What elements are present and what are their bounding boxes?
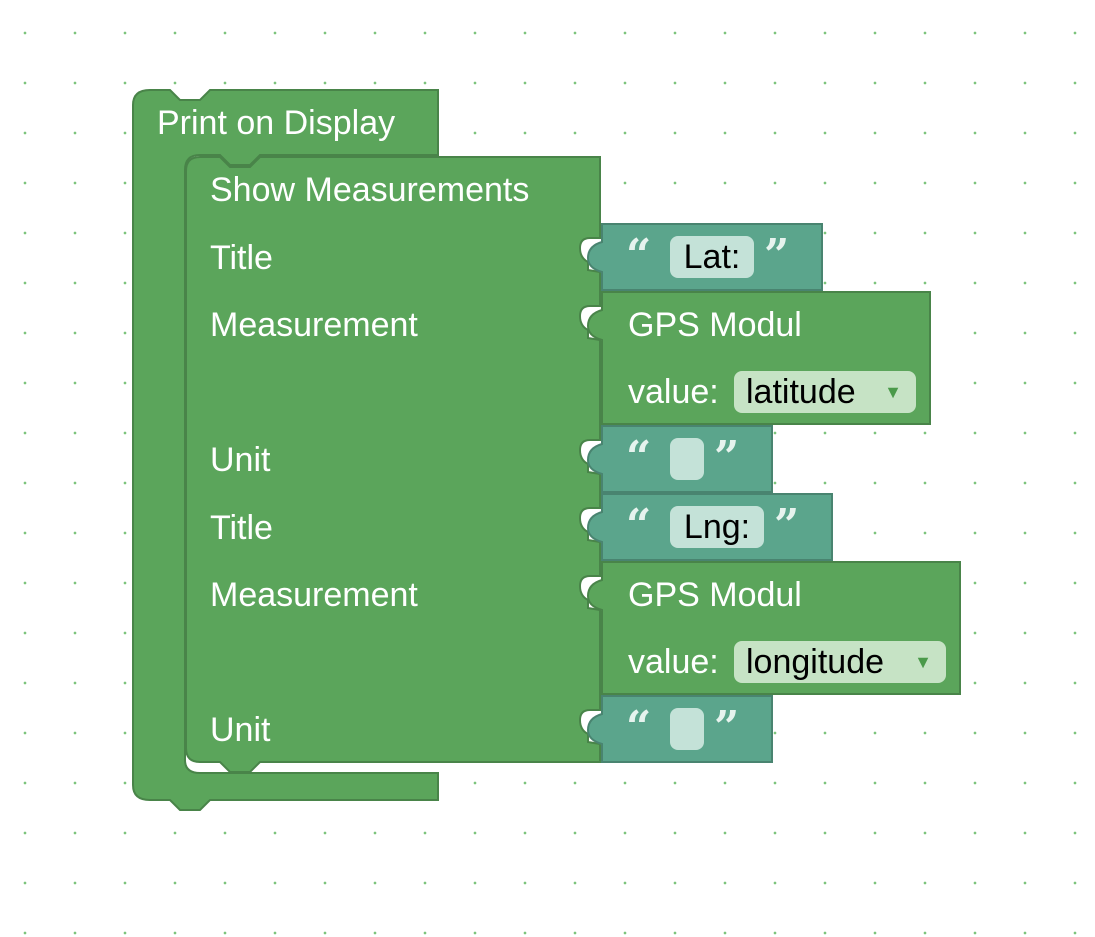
gps-modul-title-1: GPS Modul bbox=[628, 306, 802, 344]
text-field-lat[interactable]: Lat: bbox=[670, 236, 754, 278]
text-field-lng[interactable]: Lng: bbox=[670, 506, 764, 548]
value-label-1: value: bbox=[628, 373, 719, 411]
input-label-title-1: Title bbox=[210, 239, 273, 277]
close-quote-icon: ” bbox=[774, 500, 800, 551]
dropdown-arrow-icon: ▼ bbox=[884, 382, 902, 402]
workspace-canvas[interactable]: Print on Display Show Measurements Title… bbox=[0, 0, 1095, 937]
close-quote-icon: ” bbox=[764, 230, 790, 281]
measurement-dropdown-latitude[interactable]: latitude ▼ bbox=[734, 371, 916, 413]
open-quote-icon: “ bbox=[626, 230, 652, 281]
dropdown-selected-value: longitude bbox=[746, 643, 885, 681]
input-label-measurement-2: Measurement bbox=[210, 576, 418, 614]
input-label-measurement-1: Measurement bbox=[210, 306, 418, 344]
open-quote-icon: “ bbox=[626, 702, 652, 753]
dropdown-arrow-icon: ▼ bbox=[914, 652, 932, 672]
input-label-unit-2: Unit bbox=[210, 711, 271, 749]
print-on-display-label: Print on Display bbox=[157, 104, 396, 142]
text-field-unit-1[interactable] bbox=[670, 438, 704, 480]
close-quote-icon: ” bbox=[714, 432, 740, 483]
open-quote-icon: “ bbox=[626, 432, 652, 483]
input-label-title-2: Title bbox=[210, 509, 273, 547]
value-label-2: value: bbox=[628, 643, 719, 681]
close-quote-icon: ” bbox=[714, 702, 740, 753]
measurement-dropdown-longitude[interactable]: longitude ▼ bbox=[734, 641, 946, 683]
text-field-unit-2[interactable] bbox=[670, 708, 704, 750]
gps-modul-title-2: GPS Modul bbox=[628, 576, 802, 614]
input-label-unit-1: Unit bbox=[210, 441, 271, 479]
open-quote-icon: “ bbox=[626, 500, 652, 551]
dropdown-selected-value: latitude bbox=[746, 373, 856, 411]
show-measurements-label: Show Measurements bbox=[210, 171, 530, 209]
